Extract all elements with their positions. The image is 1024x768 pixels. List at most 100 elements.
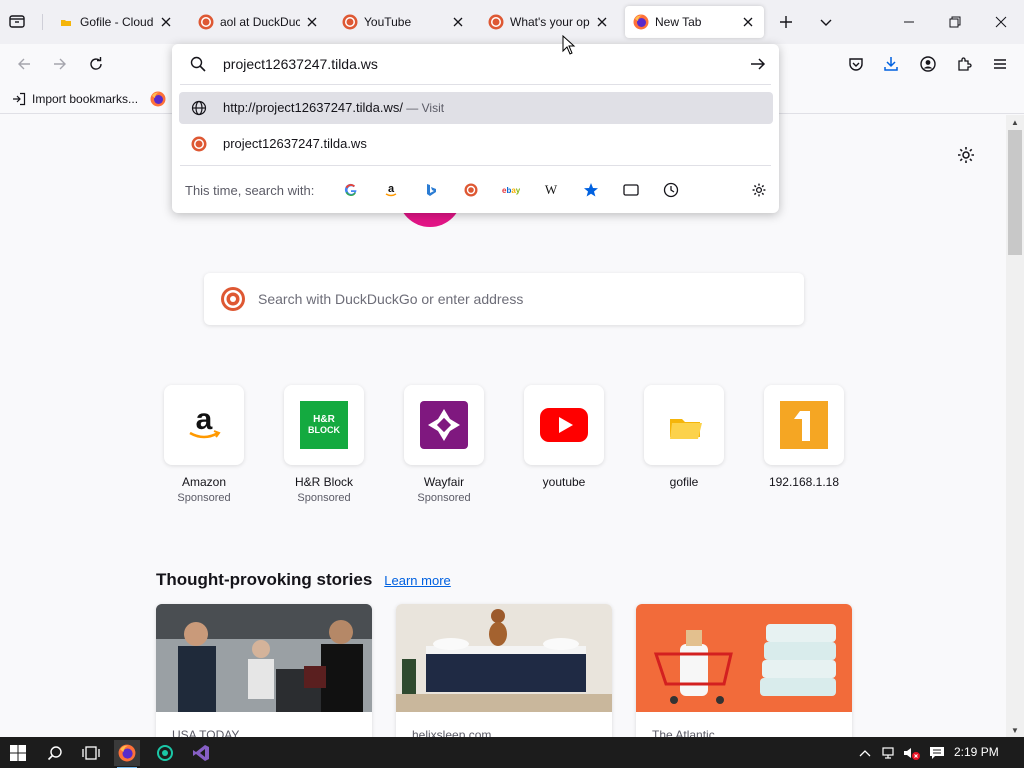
search-settings-button[interactable] (750, 181, 768, 199)
search-engine-google[interactable] (342, 181, 360, 199)
tab-title: Gofile - Cloud Storage (80, 15, 154, 29)
youtube-logo (524, 385, 604, 465)
svg-text:BLOCK: BLOCK (308, 425, 340, 435)
restore-button[interactable] (932, 0, 978, 44)
start-button[interactable] (5, 740, 31, 766)
scrollbar-thumb[interactable] (1008, 130, 1022, 255)
tab-gofile[interactable]: Gofile - Cloud Storage (50, 6, 182, 38)
search-tabs[interactable] (622, 181, 640, 199)
scroll-up-arrow[interactable]: ▲ (1006, 115, 1024, 129)
hr-block-logo: H&R BLOCK (284, 385, 364, 465)
tab-overview-button[interactable] (8, 12, 30, 32)
top-site-wayfair[interactable]: Wayfair Sponsored (403, 385, 485, 504)
notification-icon (930, 747, 944, 759)
tab-whats-your-opinion[interactable]: What's your opinion (480, 6, 618, 38)
show-hidden-icons-button[interactable] (857, 745, 873, 761)
search-bookmarks[interactable] (582, 181, 600, 199)
story-card[interactable]: The Atlantic (636, 604, 852, 737)
story-card[interactable]: helixsleep.com (396, 604, 612, 737)
search-icon (47, 746, 62, 761)
arrow-left-icon (18, 58, 30, 70)
newtab-search-box[interactable]: Search with DuckDuckGo or enter address (204, 273, 804, 325)
close-tab-icon[interactable] (450, 14, 466, 30)
gear-icon (958, 147, 974, 163)
top-site-label: Wayfair (423, 475, 465, 489)
firefox-icon (118, 744, 136, 762)
search-placeholder: Search with DuckDuckGo or enter address (258, 291, 524, 307)
reload-icon (90, 57, 102, 70)
volume-tray-icon[interactable] (902, 745, 922, 761)
story-card[interactable]: USA TODAY (156, 604, 372, 737)
close-tab-icon[interactable] (740, 14, 756, 30)
urlbar-dropdown: project12637247.tilda.ws http://project1… (172, 44, 779, 213)
story-image (396, 604, 612, 712)
duckduckgo-icon (464, 183, 478, 197)
search-history[interactable] (662, 181, 680, 199)
tab-title: What's your opinion (510, 15, 590, 29)
minimize-button[interactable] (886, 0, 932, 44)
forward-button[interactable] (48, 52, 72, 76)
suggestion-visit[interactable]: http://project12637247.tilda.ws/ — Visit (179, 92, 773, 124)
tab-new-tab[interactable]: New Tab (625, 6, 764, 38)
page-scrollbar[interactable]: ▲ ▼ (1006, 115, 1024, 737)
close-tab-icon[interactable] (594, 14, 610, 30)
taskbar-firefox[interactable] (114, 740, 140, 768)
top-site-gofile[interactable]: gofile (643, 385, 725, 489)
import-bookmarks-button[interactable]: Import bookmarks... (12, 90, 138, 108)
top-site-amazon[interactable]: a Amazon Sponsored (163, 385, 245, 504)
close-window-button[interactable] (978, 0, 1024, 44)
top-site-192-168-1-18[interactable]: 192.168.1.18 (763, 385, 845, 489)
learn-more-link[interactable]: Learn more (384, 573, 450, 588)
search-engine-wikipedia[interactable]: W (542, 181, 560, 199)
network-tray-icon[interactable] (880, 745, 898, 761)
top-site-label: Amazon (181, 475, 227, 489)
suggestion-text: project12637247.tilda.ws (223, 136, 367, 151)
search-engine-bing[interactable] (422, 181, 440, 199)
bookmark-firefox[interactable] (150, 90, 166, 108)
go-arrow-icon[interactable] (750, 56, 766, 72)
pocket-button[interactable] (844, 52, 868, 76)
story-source: USA TODAY (172, 728, 240, 737)
search-engine-ebay[interactable]: ebay (502, 181, 520, 199)
new-tab-button[interactable] (774, 10, 798, 34)
taskbar-clock[interactable]: 2:19 PM (954, 745, 999, 759)
app-menu-button[interactable] (988, 52, 1012, 76)
suggestion-search[interactable]: project12637247.tilda.ws (179, 128, 773, 160)
top-site-label: 192.168.1.18 (768, 475, 840, 489)
account-button[interactable] (916, 52, 940, 76)
scroll-down-arrow[interactable]: ▼ (1006, 723, 1024, 737)
search-with-label: This time, search with: (185, 183, 315, 198)
plus-icon (780, 16, 792, 28)
action-center-button[interactable] (928, 745, 946, 761)
urlbar-input[interactable]: project12637247.tilda.ws (223, 56, 378, 72)
top-site-youtube[interactable]: youtube (523, 385, 605, 489)
reload-button[interactable] (84, 52, 108, 76)
tab-aol-duckduckgo[interactable]: aol at DuckDuckGo (190, 6, 328, 38)
duckduckgo-icon (342, 14, 358, 30)
extensions-button[interactable] (952, 52, 976, 76)
search-engine-amazon[interactable]: a (382, 181, 400, 199)
search-icon (190, 56, 206, 72)
wayfair-logo (404, 385, 484, 465)
taskbar-app[interactable] (152, 740, 178, 766)
customize-button[interactable] (956, 145, 976, 165)
task-view-button[interactable] (78, 740, 104, 766)
search-taskbar-button[interactable] (42, 740, 68, 766)
suggestion-action: Visit (421, 101, 445, 115)
minimize-icon (904, 21, 914, 23)
close-tab-icon[interactable] (304, 14, 320, 30)
downloads-button[interactable] (879, 52, 903, 76)
top-site-hr-block[interactable]: H&R BLOCK H&R Block Sponsored (283, 385, 365, 504)
list-all-tabs-button[interactable] (814, 10, 838, 34)
story-source: helixsleep.com (412, 728, 492, 737)
urlbar[interactable]: project12637247.tilda.ws (172, 44, 779, 84)
suggestion-text: http://project12637247.tilda.ws/ — Visit (223, 100, 445, 115)
mouse-cursor-icon (562, 35, 576, 55)
close-tab-icon[interactable] (158, 14, 174, 30)
stories-header: Thought-provoking stories Learn more (156, 570, 451, 590)
search-engine-duckduckgo[interactable] (462, 181, 480, 199)
tab-youtube[interactable]: YouTube (334, 6, 474, 38)
duckduckgo-icon (198, 14, 214, 30)
taskbar-visual-studio[interactable] (188, 740, 214, 766)
back-button[interactable] (12, 52, 36, 76)
